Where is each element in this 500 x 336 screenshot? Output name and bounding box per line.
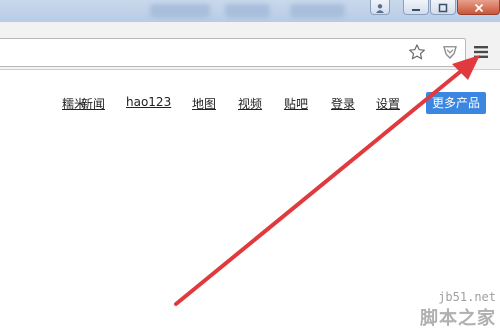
- minimize-button[interactable]: [403, 0, 429, 15]
- browser-toolbar: [0, 22, 500, 70]
- more-products-button[interactable]: 更多产品: [426, 92, 486, 114]
- window-titlebar: [0, 0, 500, 22]
- minimize-icon: [411, 0, 421, 17]
- nav-link-hao123[interactable]: hao123: [126, 95, 171, 109]
- close-icon: [474, 0, 484, 17]
- nav-link-login[interactable]: 登录: [331, 95, 355, 112]
- nav-link-map[interactable]: 地图: [192, 95, 216, 112]
- hamburger-menu-icon[interactable]: [471, 42, 491, 62]
- address-bar[interactable]: [0, 38, 466, 67]
- user-icon: [375, 0, 385, 17]
- shield-icon[interactable]: [440, 42, 460, 62]
- maximize-button[interactable]: [430, 0, 456, 15]
- watermark-url: jb51.net: [438, 290, 496, 304]
- maximize-icon: [438, 0, 448, 17]
- user-button[interactable]: [370, 0, 390, 15]
- nav-link-video[interactable]: 视频: [238, 95, 262, 112]
- nav-link-tieba[interactable]: 贴吧: [284, 95, 308, 112]
- star-icon[interactable]: [407, 42, 427, 62]
- top-nav: 糯米 新闻 hao123 地图 视频 贴吧 登录 设置: [0, 92, 500, 116]
- nav-link-settings[interactable]: 设置: [376, 95, 400, 112]
- close-button[interactable]: [457, 0, 500, 15]
- watermark: jb51.net 脚本之家: [346, 290, 496, 334]
- watermark-text: 脚本之家: [420, 308, 496, 329]
- nav-link-news[interactable]: 新闻: [81, 95, 105, 112]
